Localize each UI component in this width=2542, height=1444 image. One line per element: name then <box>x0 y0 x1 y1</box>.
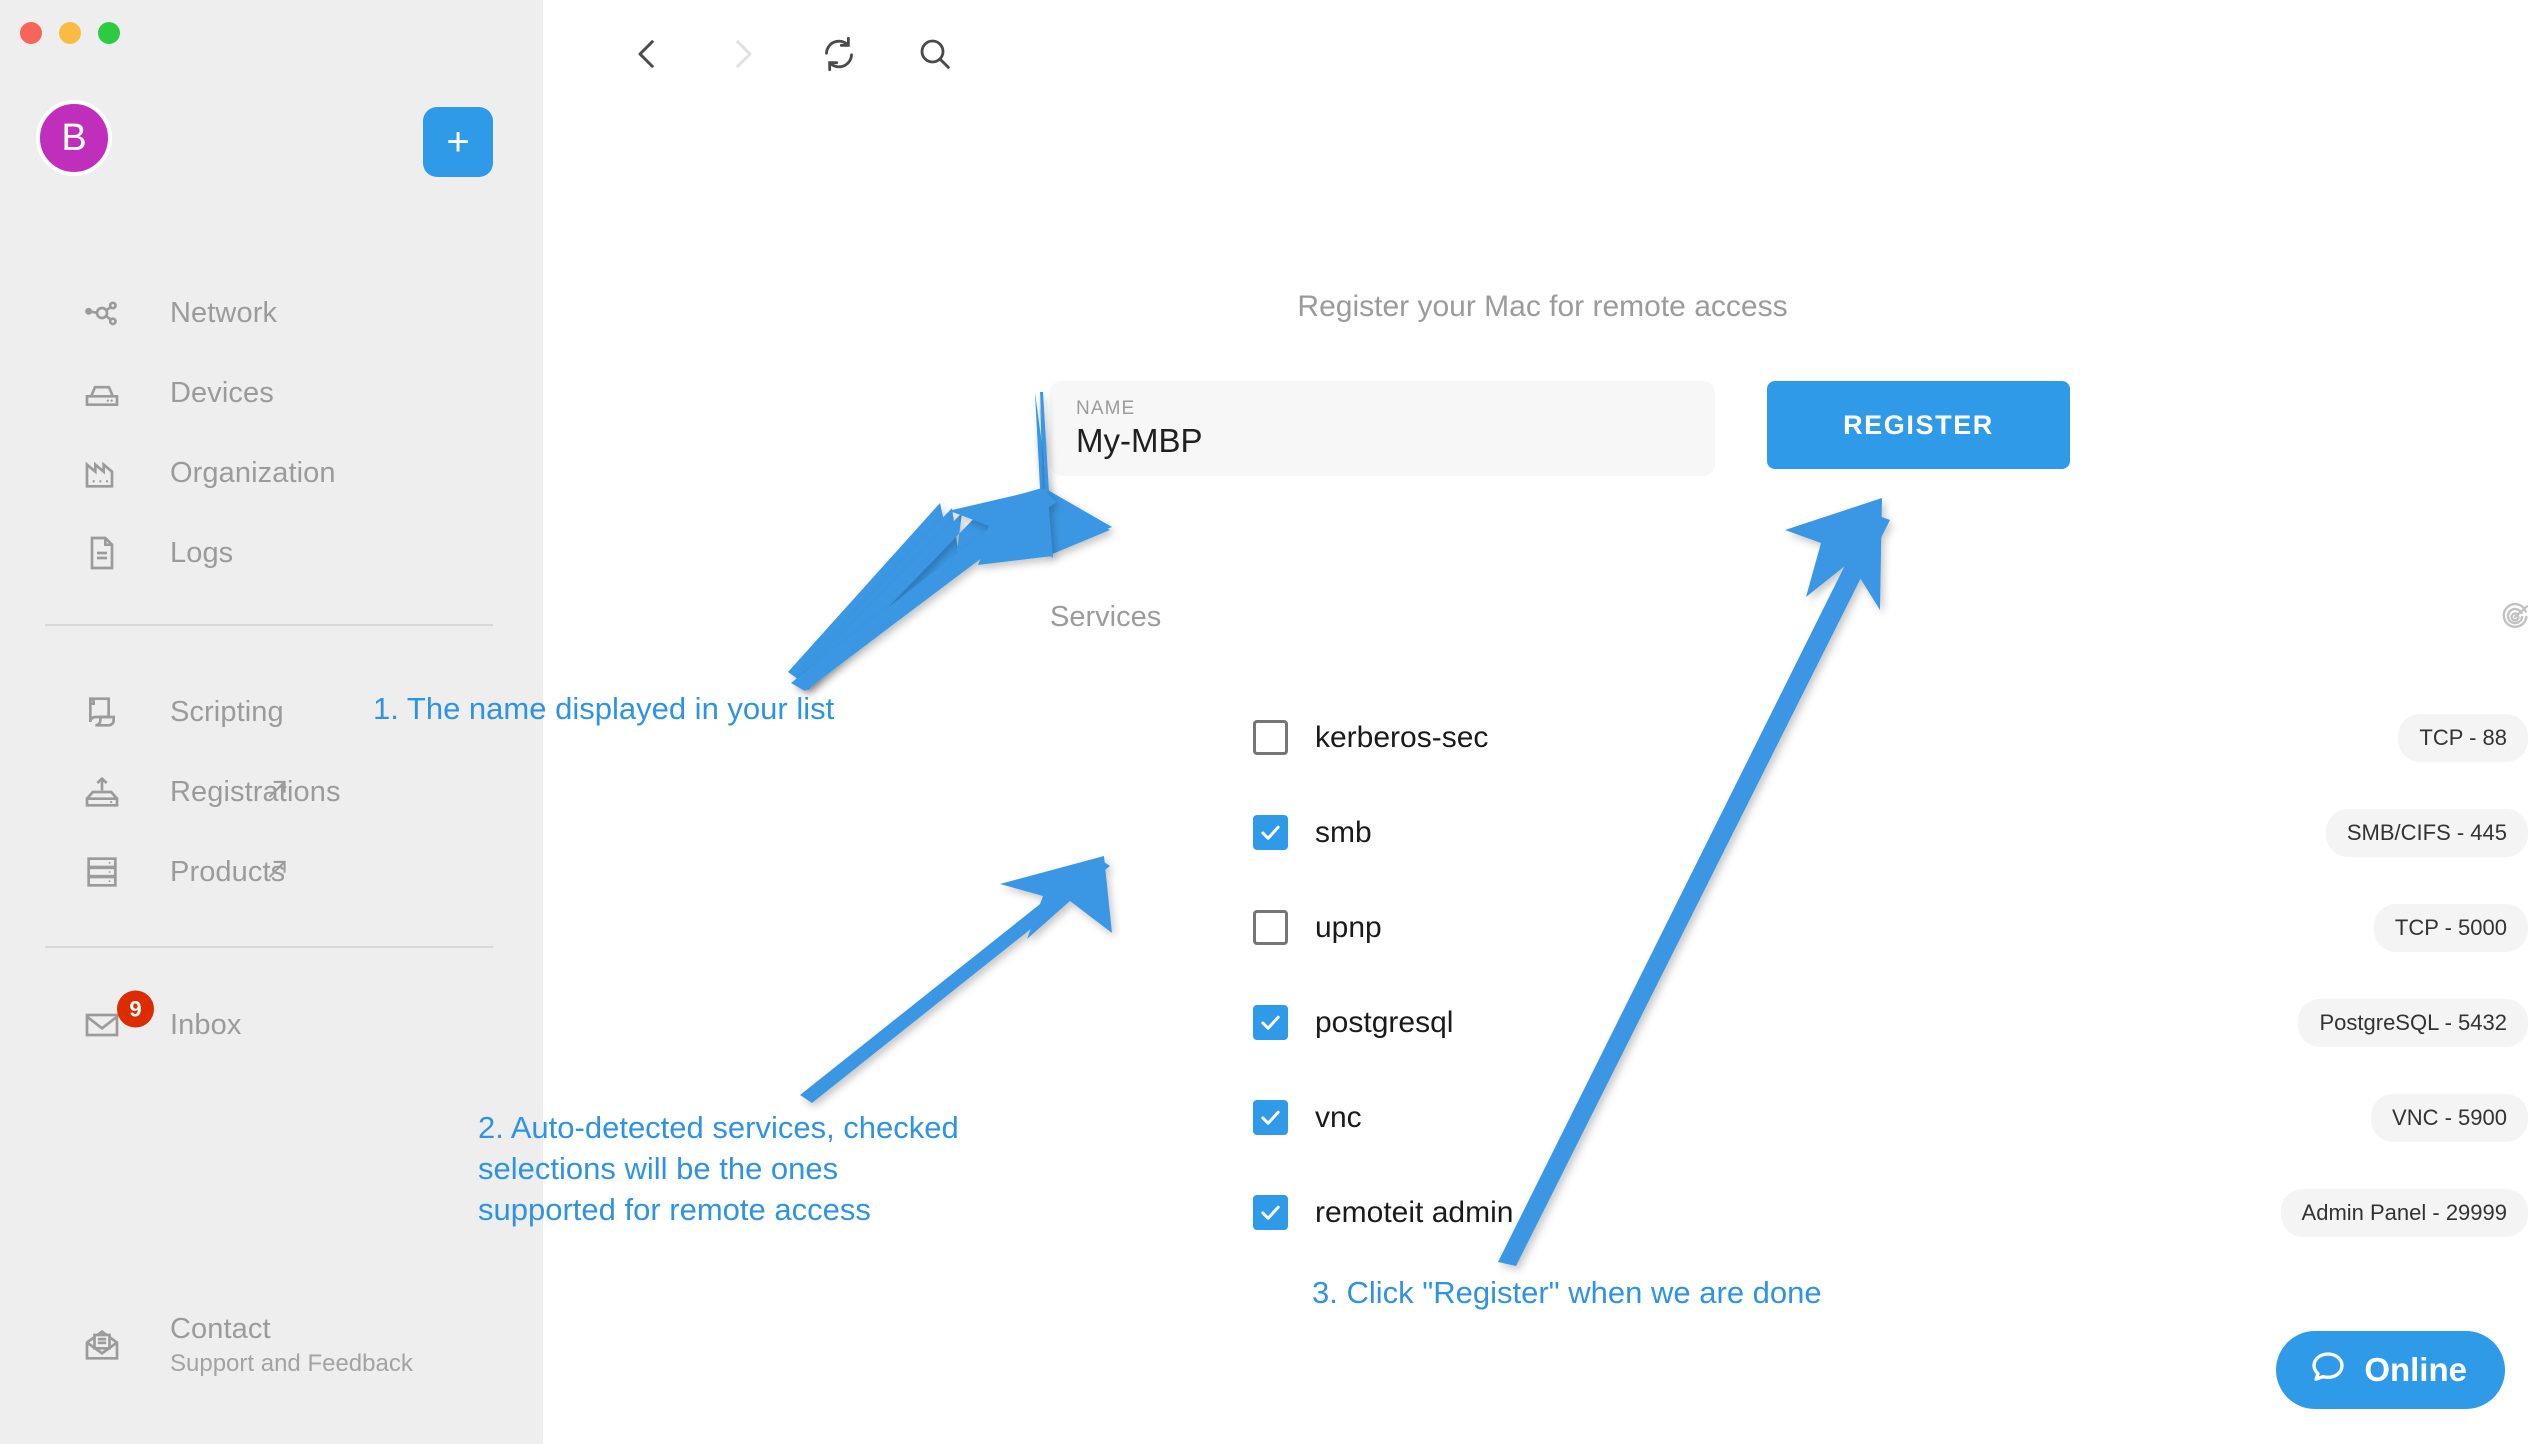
service-row: postgresql PostgreSQL - 5432 <box>1050 975 2532 1070</box>
service-row: kerberos-sec TCP - 88 <box>1050 690 2532 785</box>
service-port-badge: PostgreSQL - 5432 <box>2298 998 2528 1047</box>
refresh-button[interactable] <box>791 7 887 103</box>
sidebar-item-label: Registrations <box>170 775 341 808</box>
inbox-icon <box>82 1005 122 1045</box>
inbox-unread-badge: 9 <box>117 990 154 1028</box>
chat-widget-label: Online <box>2364 1351 2467 1388</box>
close-window-button[interactable] <box>20 22 42 44</box>
service-port-badge: TCP - 88 <box>2398 713 2528 762</box>
services-list: kerberos-sec TCP - 88 smb SMB/CIFS - 445… <box>1050 690 2532 1260</box>
sidebar-group-inbox: 9 Inbox <box>0 985 543 1065</box>
service-checkbox[interactable] <box>1253 720 1288 755</box>
service-name: upnp <box>1315 910 1382 944</box>
logs-icon <box>82 533 122 573</box>
sidebar-divider-1 <box>45 624 493 626</box>
search-button[interactable] <box>887 7 983 103</box>
back-icon <box>626 33 668 78</box>
sidebar-item-products[interactable]: Products <box>0 832 543 912</box>
service-port-badge: Admin Panel - 29999 <box>2280 1188 2528 1237</box>
network-icon <box>82 293 122 333</box>
refresh-icon <box>819 34 859 77</box>
sidebar-item-label: Devices <box>170 376 274 409</box>
sidebar-header: B + <box>36 100 506 188</box>
service-checkbox[interactable] <box>1253 1100 1288 1135</box>
service-port-badge: TCP - 5000 <box>2373 903 2528 952</box>
sidebar-item-logs[interactable]: Logs <box>0 513 543 593</box>
sidebar-item-label: Inbox <box>170 1008 242 1041</box>
sidebar-divider-2 <box>45 946 493 948</box>
service-port-badge: VNC - 5900 <box>2371 1093 2528 1142</box>
scripting-icon <box>82 692 122 732</box>
sidebar-item-organization[interactable]: Organization <box>0 433 543 513</box>
service-name: kerberos-sec <box>1315 720 1489 754</box>
service-name: remoteit admin <box>1315 1195 1514 1229</box>
avatar[interactable]: B <box>36 100 112 176</box>
external-link-icon <box>264 777 290 808</box>
service-checkbox[interactable] <box>1253 815 1288 850</box>
service-checkbox[interactable] <box>1253 1005 1288 1040</box>
app-window: B + Network Devices Organization Logs Sc… <box>0 0 2542 1444</box>
register-button[interactable]: REGISTER <box>1767 381 2070 469</box>
service-checkbox[interactable] <box>1253 910 1288 945</box>
forward-button[interactable] <box>695 7 791 103</box>
contact-text-stack: Contact Support and Feedback <box>170 1313 413 1378</box>
minimize-window-button[interactable] <box>59 22 81 44</box>
chat-widget[interactable]: Online <box>2276 1331 2505 1409</box>
name-input[interactable]: NAME My-MBP <box>1050 381 1715 476</box>
page-title: Register your Mac for remote access <box>1297 290 1788 323</box>
service-row: remoteit admin Admin Panel - 29999 <box>1050 1165 2532 1260</box>
sidebar-item-contact[interactable]: Contact Support and Feedback <box>0 1293 543 1397</box>
name-input-label: NAME <box>1076 398 1136 419</box>
sidebar-item-sublabel: Support and Feedback <box>170 1349 413 1377</box>
annotation-step-1: 1. The name displayed in your list <box>373 691 835 726</box>
radar-scan-icon[interactable] <box>2498 600 2532 634</box>
contact-icon <box>82 1325 122 1365</box>
sidebar-item-network[interactable]: Network <box>0 273 543 353</box>
devices-icon <box>82 373 122 413</box>
window-traffic-lights <box>20 22 120 44</box>
sidebar-item-label: Network <box>170 296 278 329</box>
search-icon <box>915 34 955 77</box>
service-row: upnp TCP - 5000 <box>1050 880 2532 975</box>
service-name: vnc <box>1315 1100 1362 1134</box>
service-row: vnc VNC - 5900 <box>1050 1070 2532 1165</box>
chat-bubble-icon <box>2308 1348 2348 1393</box>
forward-icon <box>722 33 764 78</box>
sidebar-item-label: Logs <box>170 536 234 569</box>
service-name: smb <box>1315 815 1372 849</box>
products-icon <box>82 852 122 892</box>
sidebar-item-label: Scripting <box>170 695 284 728</box>
service-row: smb SMB/CIFS - 445 <box>1050 785 2532 880</box>
top-toolbar <box>543 0 983 110</box>
sidebar-item-registrations[interactable]: Registrations <box>0 752 543 832</box>
sidebar-item-devices[interactable]: Devices <box>0 353 543 433</box>
add-button[interactable]: + <box>423 107 493 177</box>
services-header: Services <box>1050 600 2532 634</box>
sidebar-group-primary: Network Devices Organization Logs <box>0 273 543 593</box>
organization-icon <box>82 453 122 493</box>
services-title: Services <box>1050 600 1162 633</box>
sidebar-item-inbox[interactable]: 9 Inbox <box>0 985 543 1065</box>
sidebar-group-contact: Contact Support and Feedback <box>0 1293 543 1397</box>
service-name: postgresql <box>1315 1005 1454 1039</box>
sidebar-item-label: Contact <box>170 1312 271 1345</box>
sidebar-item-label: Organization <box>170 456 336 489</box>
name-input-value[interactable]: My-MBP <box>1076 422 1689 459</box>
service-port-badge: SMB/CIFS - 445 <box>2325 808 2528 857</box>
registration-form: NAME My-MBP REGISTER <box>1050 381 2070 476</box>
maximize-window-button[interactable] <box>98 22 120 44</box>
annotation-step-2: 2. Auto-detected services, checked selec… <box>478 1110 959 1228</box>
service-checkbox[interactable] <box>1253 1195 1288 1230</box>
back-button[interactable] <box>599 7 695 103</box>
annotation-step-3: 3. Click "Register" when we are done <box>1312 1275 1822 1310</box>
registrations-icon <box>82 772 122 812</box>
external-link-icon <box>264 857 290 888</box>
